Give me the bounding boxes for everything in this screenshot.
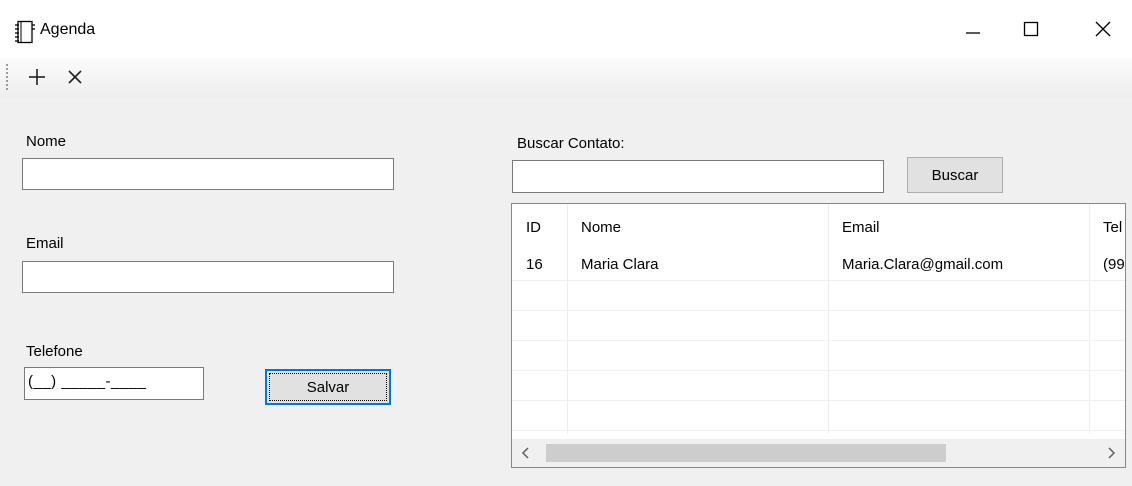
x-icon <box>68 70 82 84</box>
horizontal-scrollbar[interactable] <box>512 439 1125 467</box>
email-label: Email <box>26 235 64 252</box>
cell-id: 16 <box>526 255 543 273</box>
minimize-icon <box>966 32 980 34</box>
scroll-right-button[interactable] <box>1097 439 1125 467</box>
email-input[interactable] <box>22 261 394 293</box>
toolbar-grip[interactable] <box>6 64 8 90</box>
chevron-right-icon <box>1108 447 1116 459</box>
empty-row <box>512 310 1125 341</box>
search-button-label: Buscar <box>931 166 979 184</box>
search-input[interactable] <box>512 160 884 193</box>
cell-telefone: (99 <box>1103 255 1125 273</box>
empty-row <box>512 340 1125 371</box>
window-title: Agenda <box>40 21 96 38</box>
empty-row <box>512 400 1125 431</box>
maximize-icon <box>1023 21 1039 37</box>
nome-label: Nome <box>26 133 67 150</box>
maximize-button[interactable] <box>1002 0 1060 58</box>
focus-rectangle <box>269 373 387 401</box>
plus-icon <box>29 69 45 85</box>
chevron-left-icon <box>521 447 529 459</box>
cell-email: Maria.Clara@gmail.com <box>842 255 1004 273</box>
telefone-mask: (__) _____-____ <box>28 373 147 390</box>
address-book-icon <box>15 20 35 44</box>
scroll-thumb[interactable] <box>546 444 946 462</box>
telefone-label: Telefone <box>26 343 83 360</box>
cell-nome: Maria Clara <box>581 255 659 273</box>
table-row[interactable]: 16 Maria Clara Maria.Clara@gmail.com (99 <box>512 250 1125 281</box>
toolbar <box>0 58 1132 98</box>
empty-row <box>512 280 1125 311</box>
contacts-grid[interactable]: ID Nome Email Tel 16 Maria Clara Maria.C… <box>511 203 1126 468</box>
close-button[interactable] <box>1074 0 1132 58</box>
search-label: Buscar Contato: <box>517 135 625 152</box>
delete-contact-button[interactable] <box>62 64 88 90</box>
nome-input[interactable] <box>22 158 394 190</box>
telefone-input[interactable]: (__) _____-____ <box>24 367 204 400</box>
minimize-button[interactable] <box>944 0 1002 58</box>
grid-header-row: ID Nome Email Tel <box>512 212 1125 242</box>
search-button[interactable]: Buscar <box>907 157 1003 193</box>
scroll-left-button[interactable] <box>512 439 540 467</box>
add-contact-button[interactable] <box>24 64 50 90</box>
title-bar: Agenda <box>0 0 1132 58</box>
save-button[interactable]: Salvar <box>265 369 391 405</box>
empty-row <box>512 370 1125 401</box>
column-header-id[interactable]: ID <box>512 212 567 242</box>
column-header-nome[interactable]: Nome <box>567 212 828 242</box>
column-header-telefone[interactable]: Tel <box>1089 212 1125 242</box>
close-icon <box>1095 21 1111 37</box>
column-header-email[interactable]: Email <box>828 212 1089 242</box>
